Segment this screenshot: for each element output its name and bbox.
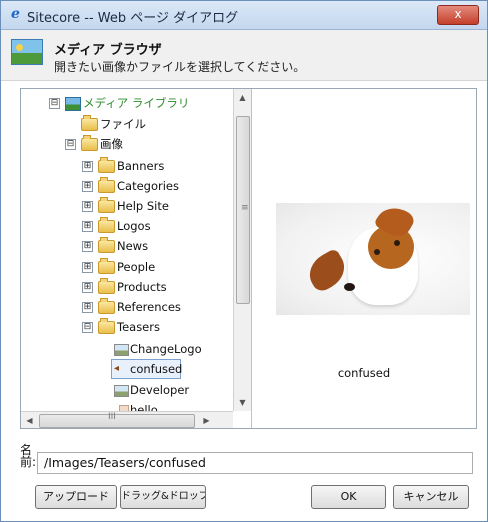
tree-node-label: People	[117, 260, 156, 274]
close-button[interactable]: x	[437, 5, 479, 25]
media-tree: ⊟ メディア ライブラリ ファイル ⊟ 画像 ⊞ Banners ⊞ Categ…	[21, 89, 233, 411]
tree-horizontal-scrollbar[interactable]: ◀ III ▶	[21, 411, 233, 428]
tree-node-label: Banners	[117, 159, 165, 173]
ie-icon: e	[11, 6, 20, 22]
folder-icon	[98, 177, 115, 193]
folder-icon	[98, 278, 115, 294]
folder-icon	[98, 237, 115, 253]
tree-node-hello[interactable]: hello	[21, 400, 233, 411]
tree-node-developer[interactable]: Developer	[21, 380, 233, 400]
folder-icon	[98, 217, 115, 233]
tree-node-label: 画像	[100, 137, 123, 151]
collapse-toggle-icon[interactable]: ⊟	[49, 98, 60, 109]
folder-icon	[98, 197, 115, 213]
tree-node-people[interactable]: ⊞ People	[21, 257, 233, 277]
folder-icon	[81, 115, 98, 131]
ok-button[interactable]: OK	[311, 485, 386, 509]
scroll-up-icon[interactable]: ▲	[234, 89, 251, 106]
tree-node-label: メディア ライブラリ	[83, 96, 190, 110]
dog-nose	[344, 283, 355, 291]
expand-toggle-icon[interactable]: ⊞	[82, 221, 93, 232]
scroll-down-icon[interactable]: ▼	[234, 394, 251, 411]
collapse-toggle-icon[interactable]: ⊟	[82, 322, 93, 333]
scroll-right-icon[interactable]: ▶	[198, 412, 215, 428]
title-bar: e Sitecore -- Web ページ ダイアログ x	[1, 1, 487, 30]
tree-node-label: ファイル	[100, 117, 146, 131]
preview-pane: confused	[252, 89, 476, 428]
image-thumbnail-icon	[114, 344, 129, 356]
tree-node-products[interactable]: ⊞ Products	[21, 277, 233, 297]
folder-icon	[98, 157, 115, 173]
dog-eye	[374, 249, 380, 255]
expand-toggle-icon[interactable]: ⊞	[82, 262, 93, 273]
tree-node-label: ChangeLogo	[130, 342, 202, 356]
folder-icon	[81, 135, 98, 151]
scroll-left-icon[interactable]: ◀	[21, 412, 38, 428]
media-library-icon	[11, 39, 43, 65]
dog-eye	[394, 240, 400, 246]
expand-toggle-icon[interactable]: ⊞	[82, 282, 93, 293]
image-thumbnail-icon: ◂	[114, 363, 120, 374]
dialog-header: メディア ブラウザ 開きたい画像かファイルを選択してください。	[1, 30, 487, 81]
tree-node-label: hello	[130, 403, 158, 411]
tree-node-help-site[interactable]: ⊞ Help Site	[21, 196, 233, 216]
name-label: 名前:	[20, 443, 37, 469]
tree-node-logos[interactable]: ⊞ Logos	[21, 216, 233, 236]
tree-node-teasers[interactable]: ⊟ Teasers	[21, 317, 233, 337]
folder-icon	[98, 258, 115, 274]
folder-icon	[98, 318, 115, 334]
scroll-thumb[interactable]: ≡	[236, 116, 250, 304]
tree-pane: ⊟ メディア ライブラリ ファイル ⊟ 画像 ⊞ Banners ⊞ Categ…	[21, 89, 252, 428]
folder-icon	[98, 298, 115, 314]
tree-node-label: confused	[130, 362, 183, 376]
tree-node-label: Teasers	[117, 320, 160, 334]
tree-vertical-scrollbar[interactable]: ▲ ≡ ▼	[233, 89, 251, 411]
upload-button[interactable]: アップロード	[35, 485, 117, 509]
grip-icon: ≡	[241, 203, 249, 213]
tree-node-confused[interactable]: ◂ confused	[111, 359, 183, 379]
expand-toggle-icon[interactable]: ⊞	[82, 241, 93, 252]
preview-caption: confused	[337, 366, 391, 380]
tree-node-label: Logos	[117, 219, 151, 233]
tree-node-categories[interactable]: ⊞ Categories	[21, 176, 233, 196]
expand-toggle-icon[interactable]: ⊞	[82, 201, 93, 212]
tree-node-news[interactable]: ⊞ News	[21, 236, 233, 256]
tree-node-banners[interactable]: ⊞ Banners	[21, 156, 233, 176]
cancel-button[interactable]: キャンセル	[393, 485, 469, 509]
tree-node-changelogo[interactable]: ChangeLogo	[21, 339, 233, 359]
collapse-toggle-icon[interactable]: ⊟	[65, 139, 76, 150]
tree-node-label: Developer	[130, 383, 190, 397]
tree-node-label: References	[117, 300, 181, 314]
expand-toggle-icon[interactable]: ⊞	[82, 181, 93, 192]
drag-drop-button[interactable]: ドラッグ&ドロップ	[120, 485, 206, 509]
dialog-description: 開きたい画像かファイルを選択してください。	[54, 60, 306, 74]
tree-node-files[interactable]: ファイル	[21, 114, 233, 134]
grip-icon: III	[108, 412, 116, 422]
tree-node-references[interactable]: ⊞ References	[21, 297, 233, 317]
window-title: Sitecore -- Web ページ ダイアログ	[27, 11, 239, 26]
tree-node-images[interactable]: ⊟ 画像	[21, 134, 233, 154]
dialog-window: e Sitecore -- Web ページ ダイアログ x メディア ブラウザ …	[0, 0, 488, 522]
expand-toggle-icon[interactable]: ⊞	[82, 161, 93, 172]
tree-node-label: News	[117, 239, 149, 253]
image-thumbnail-icon	[114, 385, 129, 397]
tree-node-media-library[interactable]: ⊟ メディア ライブラリ	[21, 93, 233, 113]
media-library-icon	[65, 97, 81, 111]
preview-image	[276, 203, 470, 315]
expand-toggle-icon[interactable]: ⊞	[82, 302, 93, 313]
scroll-thumb[interactable]: III	[39, 412, 195, 428]
tree-node-label: Help Site	[117, 199, 169, 213]
tree-node-label: Categories	[117, 179, 179, 193]
path-input[interactable]: /Images/Teasers/confused	[37, 452, 473, 474]
browser-panel: ⊟ メディア ライブラリ ファイル ⊟ 画像 ⊞ Banners ⊞ Categ…	[20, 88, 477, 429]
dialog-title: メディア ブラウザ	[54, 43, 162, 58]
tree-node-label: Products	[117, 280, 167, 294]
